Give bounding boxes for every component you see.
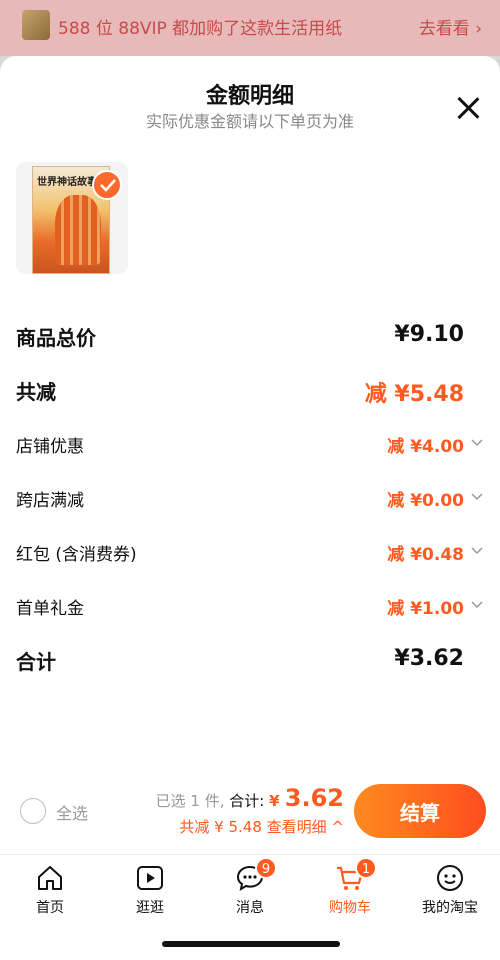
first-order-value: 减 ¥1.00 — [387, 599, 464, 619]
cross-shop-value: 减 ¥0.00 — [387, 491, 464, 511]
chevron-down-icon[interactable] — [470, 544, 484, 558]
messages-badge: 9 — [255, 857, 277, 879]
row-first-order[interactable]: 首单礼金 减 ¥1.00 — [16, 594, 484, 624]
selected-count: 已选 1 件, — [155, 792, 225, 810]
tab-messages-label: 消息 — [236, 900, 264, 916]
sheet-title: 金额明细 — [205, 84, 294, 109]
chevron-down-icon[interactable] — [470, 490, 484, 504]
total-price-value: ¥9.10 — [394, 322, 464, 347]
profile-icon — [435, 863, 465, 893]
banner-link[interactable]: 去看看 › — [419, 14, 482, 39]
sum-value: ¥3.62 — [394, 646, 464, 671]
total-label: 合计: — [229, 792, 265, 810]
promo-banner: 588 位 88VIP 都加购了这款生活用纸 去看看 › — [0, 0, 500, 56]
row-total-price: 商品总价 ¥9.10 — [16, 322, 484, 352]
home-icon — [35, 863, 65, 893]
view-details-link[interactable]: 共减 ¥ 5.48 查看明细 ^ — [179, 816, 344, 837]
book-cover-art — [55, 195, 101, 265]
home-indicator — [162, 941, 340, 947]
sheet-subtitle: 实际优惠金额请以下单页为准 — [145, 112, 354, 131]
banner-text: 588 位 88VIP 都加购了这款生活用纸 — [58, 19, 343, 39]
cart-badge: 1 — [355, 857, 377, 879]
first-order-label: 首单礼金 — [16, 599, 84, 619]
red-packet-label: 红包 (含消费券) — [16, 545, 137, 565]
shop-coupon-value: 减 ¥4.00 — [387, 437, 464, 457]
checkout-button[interactable]: 结算 — [354, 784, 486, 838]
message-icon: 9 — [235, 857, 277, 893]
play-icon — [135, 863, 165, 893]
book-cover-title: 世界神话故事 — [37, 177, 97, 188]
total-discount-label: 共减 — [16, 380, 56, 404]
select-all-label[interactable]: 全选 — [56, 800, 88, 824]
red-packet-value: 减 ¥0.48 — [387, 545, 464, 565]
chevron-down-icon[interactable] — [470, 598, 484, 612]
tab-browse-label: 逛逛 — [136, 900, 164, 916]
close-icon[interactable] — [454, 94, 482, 122]
total-price-label: 商品总价 — [16, 326, 96, 350]
banner-product-thumbnail — [22, 10, 50, 40]
tab-home[interactable]: 首页 — [10, 863, 90, 917]
selected-check-icon[interactable] — [92, 170, 122, 200]
total-discount-value: 减 ¥5.48 — [364, 382, 464, 407]
row-total-discount: 共减 减 ¥5.48 — [16, 376, 484, 407]
cart-icon: 1 — [335, 857, 377, 893]
total-amount: ¥ 3.62 — [269, 784, 344, 812]
tab-cart-label: 购物车 — [329, 900, 371, 916]
cross-shop-label: 跨店满减 — [16, 491, 84, 511]
total-value: 3.62 — [284, 784, 344, 812]
tab-profile[interactable]: 我的淘宝 — [410, 863, 490, 917]
checkout-bar: 全选 已选 1 件, 合计: ¥ 3.62 共减 ¥ 5.48 查看明细 ^ 结… — [0, 764, 500, 854]
tab-messages[interactable]: 9 消息 — [210, 857, 290, 917]
chevron-down-icon[interactable] — [470, 436, 484, 450]
bottom-tab-bar: 首页 逛逛 9 消息 1 购物车 我的淘宝 — [0, 854, 500, 960]
row-shop-coupon[interactable]: 店铺优惠 减 ¥4.00 — [16, 432, 484, 462]
sum-label: 合计 — [16, 650, 56, 674]
selection-summary: 已选 1 件, 合计: ¥ 3.62 — [156, 784, 344, 812]
row-cross-shop[interactable]: 跨店满减 减 ¥0.00 — [16, 486, 484, 516]
total-currency: ¥ — [269, 792, 285, 810]
select-all-radio[interactable] — [20, 798, 46, 824]
tab-profile-label: 我的淘宝 — [422, 900, 478, 916]
row-red-packet[interactable]: 红包 (含消费券) 减 ¥0.48 — [16, 540, 484, 570]
tab-home-label: 首页 — [36, 900, 64, 916]
shop-coupon-label: 店铺优惠 — [16, 437, 84, 457]
tab-browse[interactable]: 逛逛 — [110, 863, 190, 917]
tab-cart[interactable]: 1 购物车 — [310, 857, 390, 917]
row-sum: 合计 ¥3.62 — [16, 646, 484, 676]
